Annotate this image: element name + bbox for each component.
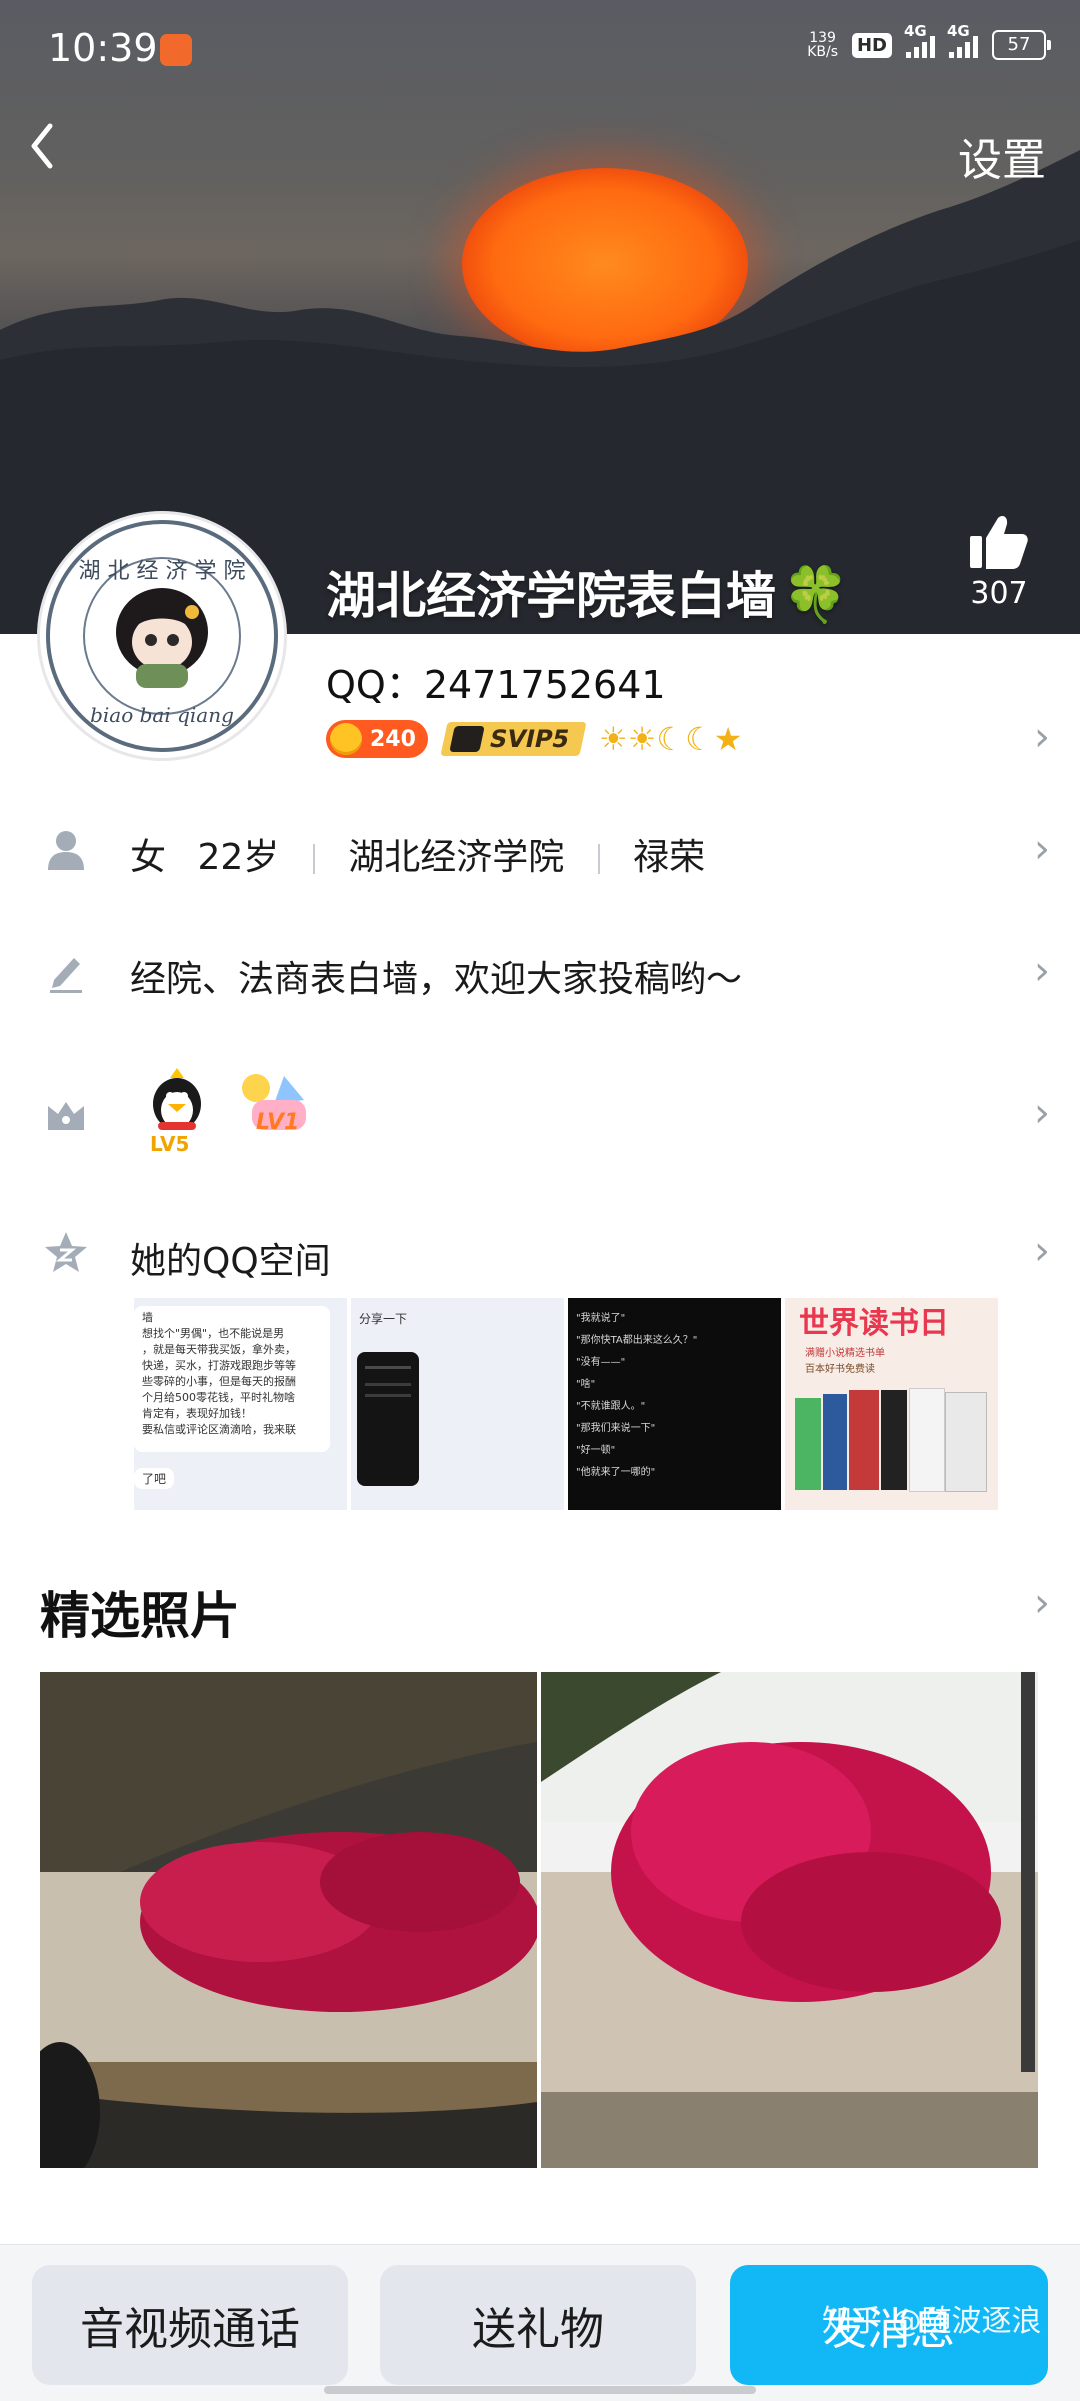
badges-row[interactable]: 240 SVIP5 ☀☀☾☾★	[326, 720, 742, 758]
net-speed: 139 KB/s	[807, 30, 838, 60]
featured-photos-title: 精选照片	[40, 1587, 240, 1645]
featured-photo-1[interactable]	[40, 1672, 537, 2168]
home-indicator[interactable]	[324, 2386, 756, 2394]
qzone-row[interactable]: 她的QQ空间 ›	[0, 1200, 1080, 1310]
hd-icon: HD	[851, 32, 892, 58]
basic-info-row[interactable]: 女 22岁 湖北经济学院 禄荣 ›	[0, 798, 1080, 908]
gender: 女	[130, 837, 167, 878]
featured-photos[interactable]	[40, 1672, 1038, 2168]
crown-badge-icon	[48, 1102, 84, 1130]
basic-info-text: 女 22岁 湖北经济学院 禄荣	[130, 828, 705, 880]
avatar-image: 湖 北 经 济 学 院 biao bai qiang	[46, 520, 278, 752]
clover-emoji: 🍀	[782, 563, 850, 626]
avatar[interactable]: 湖 北 经 济 学 院 biao bai qiang	[40, 514, 284, 758]
qzone-star-icon	[45, 1232, 87, 1272]
chat-text-preview: "我就说了" "那你快TA都出来这么久？" "没有——" "啥" "不就谁跟人。…	[576, 1313, 698, 1478]
status-bar: 10:39 139 KB/s HD 4G 4G 57	[0, 0, 1080, 100]
qzone-thumbnails[interactable]: 墙 想找个"男偶"，也不能说是男 ，就是每天带我买饭，拿外卖， 快递，买水，打游…	[134, 1298, 998, 1510]
signal-icon-2: 4G	[947, 22, 978, 58]
flower-wall-photo	[40, 1672, 537, 2168]
flower-wall-photo-2	[541, 1672, 1038, 2168]
chevron-right-icon: ›	[1034, 1090, 1050, 1136]
place: 禄荣	[633, 837, 706, 878]
av-call-button[interactable]: 音视频通话	[32, 2265, 348, 2385]
penguin-level-badge: LV5	[142, 1066, 222, 1162]
profile-name-text: 湖北经济学院表白墙	[326, 567, 776, 625]
coin-badge[interactable]: 240	[326, 720, 428, 758]
qq-number: QQ：2471752641	[326, 663, 666, 707]
zhihu-watermark: 知乎 @随波逐浪	[822, 2304, 1042, 2339]
qzone-thumb-4[interactable]: 世界读书日 满赠小说精选书单 百本好书免费读	[785, 1298, 998, 1510]
qzone-thumb-3[interactable]: "我就说了" "那你快TA都出来这么久？" "没有——" "啥" "不就谁跟人。…	[568, 1298, 781, 1510]
separator	[312, 844, 315, 874]
battery-icon: 57	[992, 30, 1051, 60]
status-time: 10:39	[48, 26, 158, 70]
post-text-preview: 墙 想找个"男偶"，也不能说是男 ，就是每天带我买饭，拿外卖， 快递，买水，打游…	[134, 1306, 330, 1452]
pencil-icon	[50, 958, 82, 993]
game-level-badge: LV1	[234, 1070, 324, 1160]
svip-badge[interactable]: SVIP5	[440, 722, 587, 756]
school: 湖北经济学院	[348, 837, 565, 878]
qzone-label: 她的QQ空间	[130, 1241, 331, 1282]
settings-button[interactable]: 设置	[958, 124, 1046, 188]
chevron-left-icon	[31, 123, 53, 169]
avatar-sub-text: biao bai qiang	[90, 703, 234, 727]
signature-text: 经院、法商表白墙，欢迎大家投稿哟～	[130, 959, 743, 1000]
qq-level-icons: ☀☀☾☾★	[599, 720, 743, 758]
chevron-right-icon: ›	[1034, 1228, 1050, 1274]
qzone-thumb-1[interactable]: 墙 想找个"男偶"，也不能说是男 ，就是每天带我买饭，拿外卖， 快递，买水，打游…	[134, 1298, 347, 1510]
separator	[597, 844, 600, 874]
signal-icon: 4G	[904, 22, 935, 58]
like-button[interactable]: 307	[954, 512, 1044, 611]
penguin-icon	[153, 1068, 201, 1130]
notification-app-icon	[160, 34, 192, 66]
person-icon	[48, 831, 84, 870]
chevron-right-icon: ›	[1034, 948, 1050, 994]
profile-name: 湖北经济学院表白墙 🍀	[326, 556, 849, 628]
signature-row[interactable]: 经院、法商表白墙，欢迎大家投稿哟～ ›	[0, 920, 1080, 1030]
phone-screenshot	[357, 1352, 419, 1486]
like-count: 307	[970, 576, 1028, 611]
send-gift-button[interactable]: 送礼物	[380, 2265, 696, 2385]
age: 22岁	[197, 837, 280, 878]
qzone-thumb-2[interactable]: 分享一下	[351, 1298, 564, 1510]
back-button[interactable]	[22, 116, 82, 186]
chevron-right-icon[interactable]: ›	[1034, 714, 1050, 760]
coin-icon	[330, 723, 362, 755]
chevron-right-icon: ›	[1034, 826, 1050, 872]
thumbs-up-icon	[970, 516, 1028, 569]
chevron-right-icon[interactable]: ›	[1034, 1580, 1050, 1626]
svip-crown-icon	[449, 726, 485, 752]
featured-photo-2[interactable]	[541, 1672, 1038, 2168]
achievement-row[interactable]: LV5 LV1 ›	[0, 1058, 1080, 1168]
avatar-ring-text: 湖 北 经 济 学 院	[79, 559, 246, 584]
